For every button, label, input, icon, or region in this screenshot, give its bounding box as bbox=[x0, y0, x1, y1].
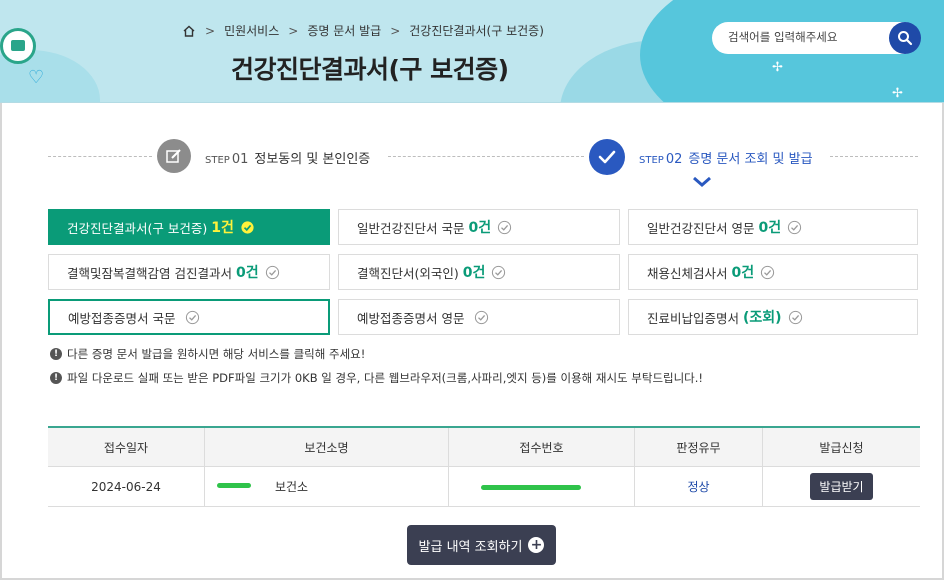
document-count: 0건 bbox=[235, 265, 259, 281]
document-name: 예방접종증명서 영문 bbox=[357, 310, 465, 326]
breadcrumb-item[interactable]: 건강진단결과서(구 보건증) bbox=[409, 22, 544, 39]
search-button[interactable] bbox=[889, 22, 921, 54]
step1-indicator bbox=[157, 139, 191, 173]
printer-icon bbox=[0, 28, 36, 64]
column-header: 판정유무 bbox=[635, 428, 763, 466]
check-circle-icon bbox=[475, 310, 489, 324]
document-option[interactable]: 예방접종증명서 국문 bbox=[48, 299, 330, 335]
receipt-date: 2024-06-24 bbox=[48, 467, 205, 506]
step-divider bbox=[48, 156, 152, 157]
breadcrumb-separator: > bbox=[390, 23, 401, 38]
document-count: 0건 bbox=[462, 265, 486, 281]
search-input[interactable] bbox=[728, 30, 888, 44]
breadcrumb-separator: > bbox=[205, 23, 216, 38]
step1-label: STEP 01 정보동의 및 본인인증 bbox=[205, 148, 370, 167]
breadcrumb: > 민원서비스 > 증명 문서 발급 > 건강진단결과서(구 보건증) bbox=[182, 22, 544, 39]
result-table: 접수일자 보건소명 접수번호 판정유무 발급신청 2024-06-24 보건소 … bbox=[48, 426, 920, 507]
search-box bbox=[712, 22, 921, 54]
step2-indicator bbox=[589, 139, 625, 175]
check-circle-icon bbox=[186, 310, 200, 324]
document-name: 채용신체검사서 bbox=[647, 265, 728, 281]
step-divider bbox=[830, 156, 918, 157]
check-circle-icon bbox=[498, 220, 512, 234]
breadcrumb-separator: > bbox=[288, 23, 299, 38]
receipt-number-cell bbox=[449, 467, 635, 506]
document-name: 결핵및잠복결핵감염 검진결과서 bbox=[67, 265, 232, 281]
document-option[interactable]: 결핵진단서(외국인) 0건 bbox=[338, 254, 620, 290]
document-option[interactable]: 결핵및잠복결핵감염 검진결과서 0건 bbox=[48, 254, 330, 290]
notice-text: 다른 증명 문서 발급을 원하시면 해당 서비스를 클릭해 주세요! bbox=[67, 347, 366, 361]
document-count: 0건 bbox=[468, 220, 492, 236]
breadcrumb-item[interactable]: 증명 문서 발급 bbox=[307, 22, 381, 39]
step-text: 정보동의 및 본인인증 bbox=[254, 152, 371, 167]
table-header: 접수일자 보건소명 접수번호 판정유무 발급신청 bbox=[48, 428, 920, 467]
judgement-value: 정상 bbox=[635, 467, 763, 506]
document-option[interactable]: 일반건강진단서 국문 0건 bbox=[338, 209, 620, 245]
document-option[interactable]: 일반건강진단서 영문 0건 bbox=[628, 209, 918, 245]
step-label: STEP bbox=[205, 155, 230, 166]
document-count: (조회) bbox=[743, 310, 782, 326]
document-count: 0건 bbox=[758, 220, 782, 236]
notice-line: ! 다른 증명 문서 발급을 원하시면 해당 서비스를 클릭해 주세요! bbox=[50, 346, 365, 362]
redaction-mark bbox=[217, 483, 251, 488]
document-count: 0건 bbox=[731, 265, 755, 281]
check-icon bbox=[598, 150, 616, 164]
document-option[interactable]: 채용신체검사서 0건 bbox=[628, 254, 918, 290]
check-circle-icon bbox=[265, 265, 279, 279]
notice-line: ! 파일 다운로드 실패 또는 받은 PDF파일 크기가 0KB 일 경우, 다… bbox=[50, 370, 703, 386]
breadcrumb-item[interactable]: 민원서비스 bbox=[224, 22, 279, 39]
column-header: 보건소명 bbox=[205, 428, 449, 466]
step-text: 증명 문서 조회 및 발급 bbox=[688, 152, 813, 167]
document-name: 예방접종증명서 국문 bbox=[68, 310, 176, 326]
step-divider bbox=[388, 156, 584, 157]
check-circle-icon bbox=[761, 265, 775, 279]
document-name: 건강진단결과서(구 보건증) bbox=[67, 220, 208, 236]
health-center-name: 보건소 bbox=[274, 480, 309, 494]
column-header: 발급신청 bbox=[819, 440, 864, 455]
column-header: 접수번호 bbox=[449, 428, 635, 466]
page-title: 건강진단결과서(구 보건증) bbox=[231, 55, 509, 84]
search-icon bbox=[898, 31, 913, 46]
header-banner: ✢ ✢ ♡ > 민원서비스 > 증명 문서 발급 > 건강진단결과서(구 보건증… bbox=[0, 0, 944, 103]
redaction-mark bbox=[481, 485, 581, 490]
document-name: 진료비납입증명서 bbox=[647, 310, 740, 326]
info-icon: ! bbox=[50, 372, 62, 384]
step-label: STEP bbox=[639, 155, 664, 166]
document-count: 1건 bbox=[211, 220, 234, 236]
sparkle-icon: ✢ bbox=[892, 86, 903, 101]
health-center-cell: 보건소 bbox=[205, 467, 449, 506]
check-circle-icon bbox=[788, 220, 802, 234]
check-circle-icon bbox=[492, 265, 506, 279]
document-option[interactable]: 진료비납입증명서 (조회) bbox=[628, 299, 918, 335]
issue-button[interactable]: 발급받기 bbox=[810, 473, 873, 500]
document-option[interactable]: 건강진단결과서(구 보건증) 1건 bbox=[48, 209, 330, 245]
document-option[interactable]: 예방접종증명서 영문 bbox=[338, 299, 620, 335]
chevron-down-icon bbox=[693, 176, 711, 187]
step2-label: STEP 02 증명 문서 조회 및 발급 bbox=[639, 148, 813, 167]
sparkle-icon: ✢ bbox=[772, 60, 783, 75]
column-header: 접수일자 bbox=[48, 428, 205, 466]
check-circle-icon bbox=[241, 220, 254, 234]
edit-icon bbox=[166, 149, 181, 163]
document-name: 결핵진단서(외국인) bbox=[357, 265, 459, 281]
heart-icon: ♡ bbox=[28, 67, 45, 88]
document-name: 일반건강진단서 영문 bbox=[647, 220, 755, 236]
home-icon[interactable] bbox=[182, 24, 196, 38]
check-circle-icon bbox=[788, 310, 802, 324]
notice-text: 파일 다운로드 실패 또는 받은 PDF파일 크기가 0KB 일 경우, 다른 … bbox=[67, 371, 704, 385]
step-number: 02 bbox=[665, 152, 683, 167]
info-icon: ! bbox=[50, 348, 62, 360]
issue-cell: 발급받기 bbox=[763, 467, 920, 506]
document-name: 일반건강진단서 국문 bbox=[357, 220, 465, 236]
issue-history-button[interactable]: 발급 내역 조회하기 + bbox=[407, 525, 556, 565]
table-row: 2024-06-24 보건소 정상 발급받기 bbox=[48, 467, 920, 507]
plus-icon: + bbox=[528, 537, 545, 553]
step-number: 01 bbox=[231, 152, 249, 167]
issue-history-label: 발급 내역 조회하기 bbox=[418, 539, 523, 555]
